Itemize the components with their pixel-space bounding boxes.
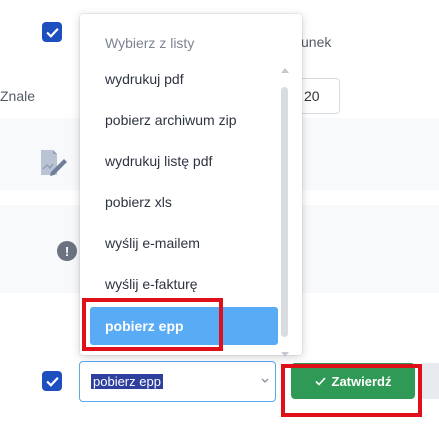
check-icon: [314, 376, 326, 386]
confirm-button[interactable]: Zatwierdź: [291, 363, 415, 399]
select-all-checkbox[interactable]: [42, 22, 62, 42]
scroll-up-icon[interactable]: [281, 68, 289, 73]
bulk-action-select-value: pobierz epp: [91, 374, 163, 389]
dropdown-option-print-list-pdf[interactable]: wydrukuj listę pdf: [105, 153, 212, 169]
dropdown-option-print-pdf[interactable]: wydrukuj pdf: [105, 71, 184, 87]
confirm-button-label: Zatwierdź: [331, 373, 392, 389]
dropdown-scrollbar[interactable]: [281, 68, 289, 357]
dropdown-option-send-email[interactable]: wyślij e-mailem: [105, 235, 200, 251]
side-card-edge: [420, 363, 439, 399]
bulk-action-select[interactable]: pobierz epp: [79, 361, 276, 402]
chevron-down-icon: [261, 378, 269, 383]
document-edit-icon[interactable]: [38, 148, 70, 178]
dropdown-option-download-xls[interactable]: pobierz xls: [105, 194, 172, 210]
scroll-down-icon[interactable]: [281, 352, 289, 357]
dropdown-option-download-epp[interactable]: pobierz epp: [90, 307, 278, 345]
scrollbar-thumb[interactable]: [281, 87, 288, 337]
dropdown-title: Wybierz z listy: [105, 35, 195, 51]
check-icon: [45, 376, 59, 387]
info-icon: !: [57, 241, 77, 261]
bulk-select-checkbox[interactable]: [42, 371, 62, 391]
found-count-label: Znale: [0, 88, 36, 104]
column-header-fragment: unek: [301, 34, 332, 50]
check-icon: [45, 27, 59, 38]
dropdown-option-send-einvoice[interactable]: wyślij e-fakturę: [105, 276, 198, 292]
dropdown-option-download-zip[interactable]: pobierz archiwum zip: [105, 112, 237, 128]
page-size-select[interactable]: 20: [296, 78, 340, 114]
action-dropdown-menu: Wybierz z listy wydrukuj pdf pobierz arc…: [80, 14, 302, 357]
